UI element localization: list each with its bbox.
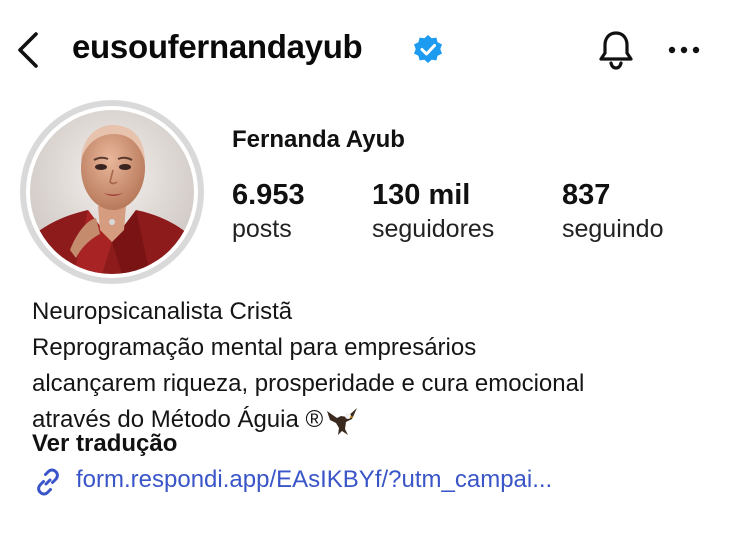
stat-posts-value: 6.953 — [232, 179, 305, 211]
profile-display-name: Fernanda Ayub — [232, 126, 405, 153]
stat-following-label: seguindo — [562, 215, 664, 243]
see-translation-button[interactable]: Ver tradução — [32, 430, 177, 458]
bell-icon — [599, 31, 633, 70]
avatar — [30, 110, 194, 274]
bio-line: através do Método Águia ® — [32, 406, 324, 433]
stat-posts[interactable]: 6.953 posts — [232, 178, 305, 246]
more-horizontal-icon — [668, 46, 700, 54]
profile-username: eusoufernandayub — [72, 28, 363, 65]
stat-followers-label: seguidores — [372, 215, 495, 243]
profile-link-text: form.respondi.app/EAsIKBYf/?utm_campai..… — [76, 466, 553, 493]
chevron-left-icon — [18, 32, 38, 68]
stat-posts-label: posts — [232, 215, 292, 243]
notifications-button[interactable] — [596, 28, 636, 72]
stat-followers[interactable]: 130 mil seguidores — [372, 178, 494, 246]
bio-line: alcançarem riqueza, prosperidade e cura … — [32, 370, 585, 397]
bio-line: Neuropsicanalista Cristã — [32, 298, 293, 325]
eagle-icon — [327, 407, 358, 435]
more-options-button[interactable] — [666, 38, 702, 62]
back-button[interactable] — [12, 30, 48, 70]
stat-followers-value: 130 mil — [372, 179, 471, 211]
stat-following[interactable]: 837 seguindo — [562, 178, 663, 246]
bio-line: Reprogramação mental para empresários — [32, 334, 477, 361]
verified-badge-icon — [414, 35, 442, 63]
avatar-photo — [30, 110, 194, 274]
profile-avatar-button[interactable] — [20, 100, 204, 284]
top-bar: eusoufernandayub — [0, 0, 738, 100]
profile-bio: Neuropsicanalista Cristã Reprogramação m… — [32, 294, 722, 438]
link-icon — [37, 468, 59, 496]
stat-following-value: 837 — [562, 179, 611, 211]
